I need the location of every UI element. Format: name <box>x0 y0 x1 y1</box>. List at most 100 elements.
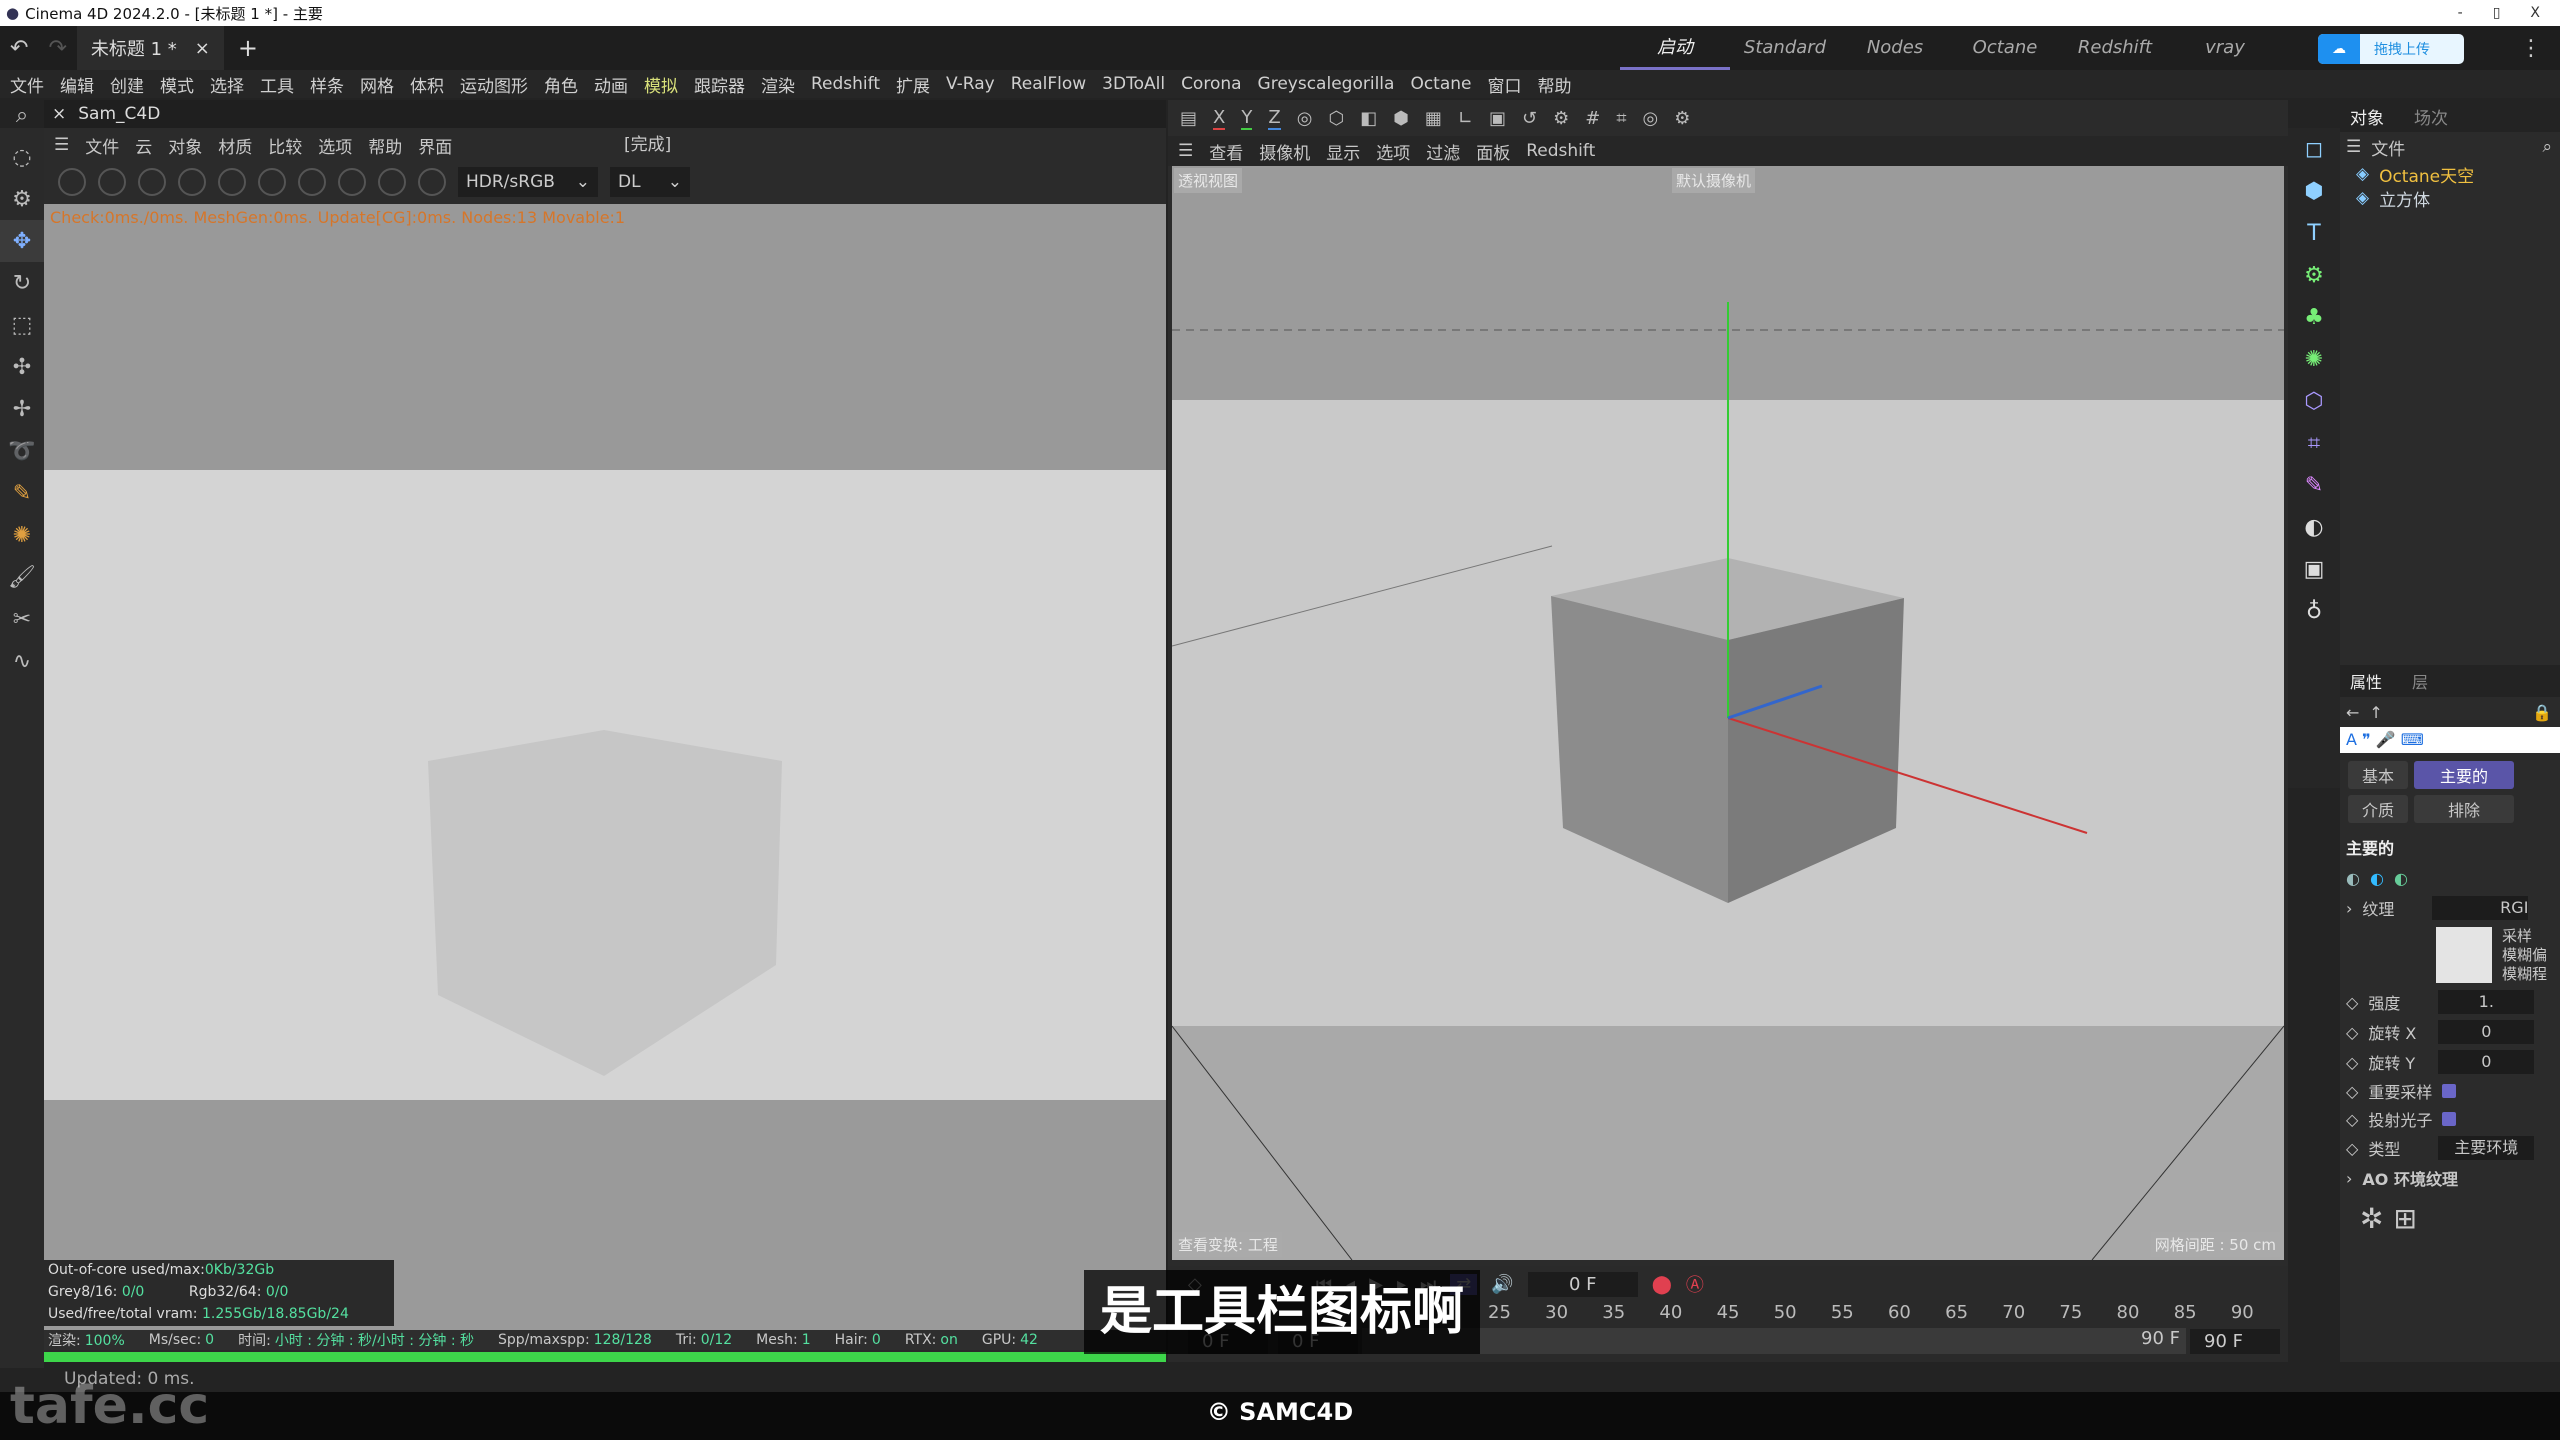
paint-icon[interactable]: ✎ <box>0 472 44 514</box>
camera-label[interactable]: 默认摄像机 <box>1672 168 1756 193</box>
sound-icon[interactable]: 🔊 <box>1491 1274 1513 1295</box>
maximize-button[interactable]: ▯ <box>2493 0 2501 26</box>
cube-icon[interactable]: ◻ <box>2288 128 2340 170</box>
camera-icon[interactable]: ▣ <box>2288 548 2340 590</box>
expand-icon[interactable]: › <box>2346 899 2352 918</box>
autokey-icon[interactable]: Ⓐ <box>1686 1271 1704 1297</box>
menu-item[interactable]: RealFlow <box>1011 74 1086 94</box>
octane-menu-item[interactable]: 界面 <box>418 133 452 158</box>
menu-item[interactable]: 角色 <box>544 72 578 97</box>
light-icon[interactable]: ♁ <box>2288 590 2340 632</box>
octane-help-icon[interactable]: ✲ <box>2360 1202 2383 1235</box>
menu-item[interactable]: 样条 <box>310 72 344 97</box>
octane-menu-item[interactable]: 对象 <box>168 133 202 158</box>
close-tab-icon[interactable]: × <box>195 38 210 59</box>
toolbar-icon[interactable]: ⬢ <box>1393 108 1409 129</box>
layout-tab[interactable]: Nodes <box>1840 26 1950 70</box>
menu-item[interactable]: 文件 <box>10 72 44 97</box>
half-circle-icon[interactable]: ◐ <box>2394 869 2408 888</box>
octane-menu-item[interactable]: 材质 <box>218 133 252 158</box>
menu-item[interactable]: 模拟 <box>644 72 678 97</box>
toolbar-icon[interactable]: ◧ <box>1360 108 1377 129</box>
half-circle-icon[interactable]: ◐ <box>2370 869 2384 888</box>
axis-toggle-z[interactable]: Z <box>1268 107 1281 130</box>
lock-icon[interactable] <box>258 168 286 196</box>
view-name-label[interactable]: 透视视图 <box>1174 168 1243 193</box>
menu-icon[interactable]: ☰ <box>54 135 69 155</box>
region-icon[interactable] <box>178 168 206 196</box>
axis-toggle-y[interactable]: Y <box>1241 107 1253 130</box>
range-slider[interactable]: 90 F <box>1362 1328 2186 1354</box>
axis-toggle-x[interactable]: X <box>1213 107 1226 130</box>
half-circle-icon[interactable]: ◐ <box>2346 869 2360 888</box>
upload-button[interactable]: ☁ 拖拽上传 <box>2318 34 2464 64</box>
cloner-icon[interactable]: ♣ <box>2288 296 2340 338</box>
viewport-menu-item[interactable]: 选项 <box>1376 139 1410 164</box>
layout-tab[interactable]: vray <box>2170 26 2280 70</box>
layout-tab[interactable]: Standard <box>1730 26 1840 70</box>
toolbar-icon[interactable]: ▣ <box>1489 108 1506 129</box>
octane-menu-item[interactable]: 选项 <box>318 133 352 158</box>
magnet-icon[interactable]: ∿ <box>0 640 44 682</box>
sculpt-icon[interactable]: ✺ <box>0 514 44 556</box>
menu-item[interactable]: 选择 <box>210 72 244 97</box>
object-tab[interactable]: 场次 <box>2414 104 2448 129</box>
menu-item[interactable]: Octane <box>1410 74 1471 94</box>
end-frame-field[interactable]: 90 F <box>2190 1328 2280 1354</box>
viewport-layout-icon[interactable]: ▤ <box>1180 108 1197 129</box>
perspective-viewport[interactable]: 透视视图 默认摄像机 查看变换: 工程 网格间距 : 50 cm <box>1172 166 2284 1260</box>
menu-item[interactable]: 渲染 <box>761 72 795 97</box>
menu-item[interactable]: 体积 <box>410 72 444 97</box>
close-panel-icon[interactable]: × <box>52 104 66 124</box>
keyframe-icon[interactable]: ◇ <box>2346 1082 2358 1101</box>
redo-icon[interactable]: ↷ <box>38 36 76 61</box>
generator-icon[interactable]: ⚙ <box>2288 254 2340 296</box>
toolbar-icon[interactable]: ⚙ <box>1674 108 1690 129</box>
menu-icon[interactable]: ☰ <box>1178 141 1193 161</box>
toolbar-icon[interactable]: ⌗ <box>1616 108 1626 129</box>
texture-swatch[interactable] <box>2436 927 2492 983</box>
attribute-mode-button[interactable]: 基本 <box>2348 761 2408 789</box>
attribute-tab[interactable]: 属性 <box>2350 669 2382 693</box>
field-input[interactable]: 0 <box>2438 1020 2535 1044</box>
send-scene-icon[interactable] <box>58 168 86 196</box>
keyframe-icon[interactable]: ◇ <box>2346 1110 2358 1129</box>
object-item[interactable]: ◈ 立方体 <box>2340 186 2560 211</box>
object-item[interactable]: ◈ Octane天空 <box>2340 162 2560 187</box>
layout-tab[interactable]: Redshift <box>2060 26 2170 70</box>
viewport-menu-item[interactable]: 查看 <box>1209 139 1243 164</box>
keyframe-icon[interactable]: ◇ <box>2346 1139 2358 1158</box>
viewport-menu-item[interactable]: 摄像机 <box>1259 139 1310 164</box>
field-input[interactable]: 1. <box>2438 990 2535 1014</box>
lock-icon[interactable]: 🔒 <box>2532 703 2560 722</box>
file-menu[interactable]: 文件 <box>2371 135 2405 160</box>
attribute-mode-button[interactable]: 排除 <box>2414 795 2514 823</box>
toolbar-icon[interactable]: ∟ <box>1458 108 1473 129</box>
pause-icon[interactable] <box>138 168 166 196</box>
texture-value[interactable]: RGI <box>2432 896 2529 920</box>
object-tab[interactable]: 对象 <box>2350 104 2384 129</box>
menu-item[interactable]: 扩展 <box>896 72 930 97</box>
octane-menu-item[interactable]: 文件 <box>85 133 119 158</box>
knife-icon[interactable]: ✂ <box>0 598 44 640</box>
viewport-menu-item[interactable]: Redshift <box>1526 141 1595 161</box>
type-select[interactable]: 主要环境 <box>2438 1136 2535 1160</box>
toolbar-icon[interactable]: ◎ <box>1642 108 1658 129</box>
menu-item[interactable]: 编辑 <box>60 72 94 97</box>
search-icon[interactable]: ⌕ <box>2542 137 2560 157</box>
attribute-mode-button[interactable]: 主要的 <box>2414 761 2514 789</box>
keyframe-icon[interactable]: ◇ <box>2346 993 2358 1012</box>
effector-icon[interactable]: ✺ <box>2288 338 2340 380</box>
attribute-tab[interactable]: 层 <box>2412 669 2428 693</box>
live-select-icon[interactable]: ⚙ <box>0 178 44 220</box>
text-icon[interactable]: T <box>2288 212 2340 254</box>
lasso-icon[interactable]: ➰ <box>0 430 44 472</box>
restart-icon[interactable] <box>98 168 126 196</box>
more-icon[interactable]: ⋮ <box>2520 36 2542 61</box>
transform-icon[interactable]: ✣ <box>0 346 44 388</box>
material-pick-icon[interactable] <box>418 168 446 196</box>
toolbar-icon[interactable]: ↺ <box>1522 108 1537 129</box>
close-button[interactable]: X <box>2530 0 2540 26</box>
select-icon[interactable]: ◌ <box>0 136 44 178</box>
clay-icon[interactable] <box>298 168 326 196</box>
